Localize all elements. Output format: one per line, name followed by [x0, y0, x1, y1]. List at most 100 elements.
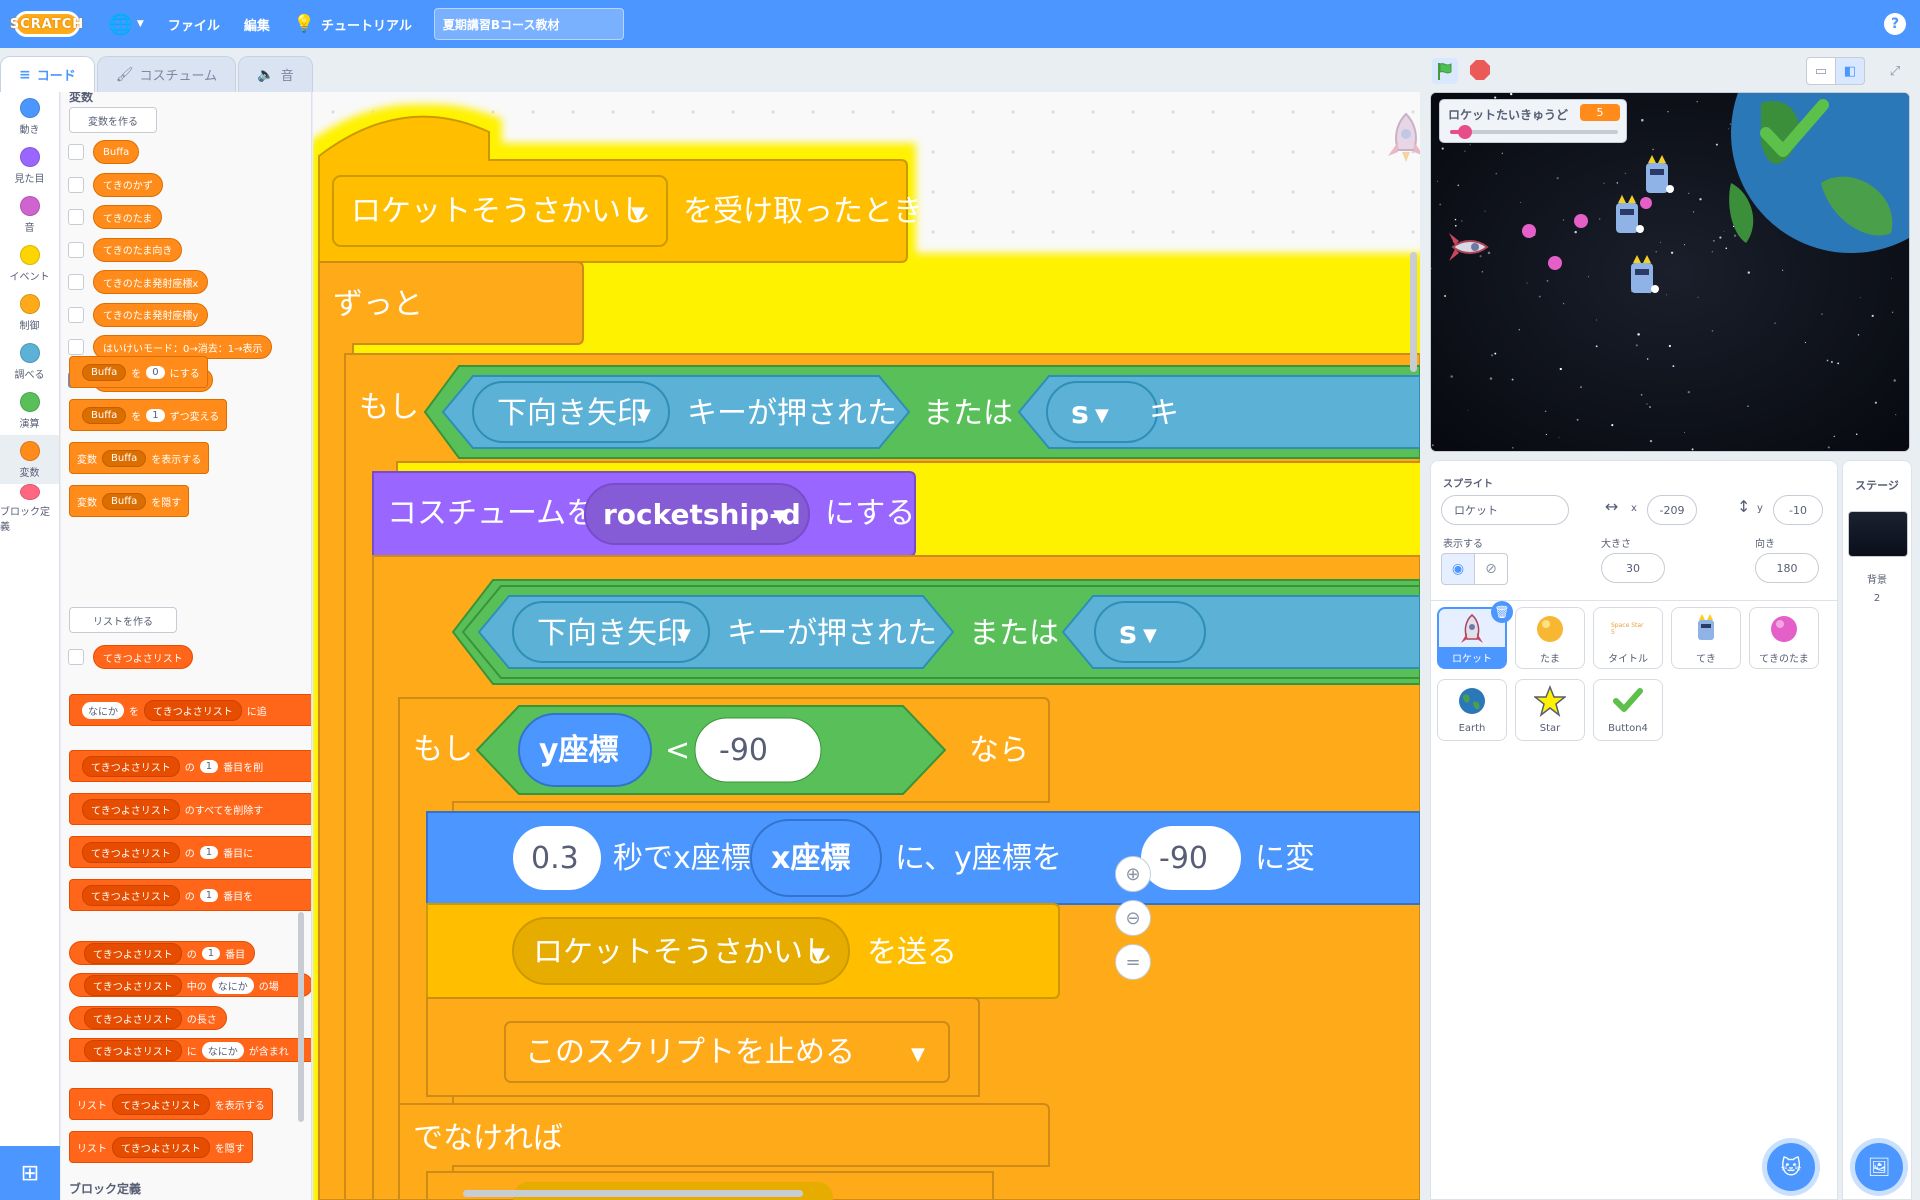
variable-reporter[interactable]: てきのたま [93, 205, 163, 229]
list-dropdown[interactable]: てきつよさリスト [84, 1039, 182, 1061]
variable-checkbox[interactable] [68, 306, 84, 323]
list-dropdown[interactable]: てきつよさリスト [82, 841, 180, 863]
script-area[interactable]: ロケットそうさかいし ▼ を受け取ったとき ずっと もし 下向き矢印 ▼ キーが… [313, 92, 1420, 1200]
item-input[interactable]: なにか [82, 701, 124, 719]
variable-checkbox[interactable] [68, 209, 84, 225]
monitor-slider[interactable] [1450, 125, 1618, 139]
value-input[interactable]: 0 [146, 365, 165, 379]
change-variable-block[interactable]: Buffa を 1 ずつ変える [69, 399, 228, 431]
show-list-block[interactable]: リスト てきつよさリスト を表示する [69, 1088, 273, 1120]
variable-dropdown[interactable]: Buffa [82, 406, 127, 424]
variable-checkbox[interactable] [68, 274, 84, 290]
list-dropdown[interactable]: てきつよさリスト [84, 974, 182, 996]
variable-dropdown[interactable]: Buffa [82, 363, 127, 381]
sprite-tile-earth[interactable]: Earth [1437, 679, 1507, 741]
edit-menu[interactable]: 編集 [232, 0, 282, 48]
list-dropdown[interactable]: てきつよさリスト [112, 1093, 210, 1115]
sprite-tile-enemy-bullet[interactable]: てきのたま [1749, 607, 1819, 669]
make-variable-button[interactable]: 変数を作る [69, 107, 157, 133]
help-icon[interactable]: ? [1884, 13, 1906, 35]
index-input[interactable]: 1 [199, 845, 219, 859]
variable-reporter[interactable]: Buffa [93, 140, 140, 164]
list-checkbox[interactable] [68, 649, 84, 665]
variable-reporter[interactable]: てきのたま向き [93, 237, 183, 262]
sprite-tile-title[interactable]: Space Star 5 タイトル [1593, 607, 1663, 669]
category-item[interactable]: 見た目 [0, 141, 59, 190]
tab-code[interactable]: ≡ コード [0, 56, 95, 92]
category-item[interactable]: 音 [0, 190, 59, 239]
category-item[interactable]: 変数 [0, 435, 59, 484]
variable-dropdown[interactable]: Buffa [102, 449, 147, 467]
variable-reporter[interactable]: てきのたま発射座標x [93, 270, 209, 294]
variable-reporter[interactable]: てきのかず [93, 172, 163, 197]
list-dropdown[interactable]: てきつよさリスト [144, 699, 242, 721]
file-menu[interactable]: ファイル [156, 0, 232, 48]
item-input[interactable]: なにか [201, 1041, 244, 1059]
language-menu[interactable]: 🌐 ▼ [96, 0, 156, 48]
direction-input[interactable]: 180 [1755, 553, 1819, 583]
choose-backdrop-button[interactable]: 🖼 [1855, 1143, 1903, 1191]
choose-sprite-button[interactable]: 🐱 [1767, 1143, 1815, 1191]
tutorials-menu[interactable]: 💡 チュートリアル [282, 0, 424, 48]
list-dropdown[interactable]: てきつよさリスト [82, 755, 180, 777]
hide-button[interactable]: ⊘ [1474, 553, 1508, 585]
list-dropdown[interactable]: てきつよさリスト [112, 1136, 210, 1158]
sprite-tile-rocket[interactable]: ロケット 🗑 [1437, 601, 1513, 669]
palette-scrollbar[interactable] [298, 912, 304, 1122]
monitor-slider-handle[interactable] [1458, 125, 1473, 139]
category-item[interactable]: イベント [0, 239, 59, 288]
list-contains-boolean[interactable]: てきつよさリストになにか が含まれ [69, 1038, 311, 1062]
variable-checkbox[interactable] [68, 241, 84, 258]
variable-reporter[interactable]: てきのたま発射座標y [93, 302, 209, 327]
index-input[interactable]: 1 [199, 888, 219, 902]
fullscreen-button[interactable]: ⤢ [1880, 57, 1910, 85]
sprite-tile-star[interactable]: Star [1515, 679, 1585, 741]
index-input[interactable]: 1 [201, 946, 221, 960]
add-extension-button[interactable]: ⊞ [0, 1146, 60, 1200]
stop-button[interactable] [1470, 60, 1490, 80]
length-of-list-reporter[interactable]: てきつよさリスト の長さ [69, 1006, 227, 1030]
insert-item-block[interactable]: てきつよさリストの 1 番目に [69, 836, 311, 868]
stage-thumbnail[interactable] [1848, 511, 1908, 557]
variable-checkbox[interactable] [68, 144, 84, 160]
item-input[interactable]: なにか [211, 976, 254, 994]
vertical-scrollbar[interactable] [1410, 252, 1417, 372]
list-dropdown[interactable]: てきつよさリスト [84, 1007, 182, 1029]
index-input[interactable]: 1 [199, 759, 219, 773]
project-title-input[interactable]: 夏期講習Bコース教材 [433, 8, 624, 40]
x-input[interactable]: -209 [1647, 495, 1697, 525]
value-input[interactable]: 1 [146, 408, 165, 422]
horizontal-scrollbar[interactable] [463, 1190, 803, 1197]
zoom-out-button[interactable]: ⊖ [1115, 900, 1151, 936]
green-flag-button[interactable] [1432, 58, 1458, 84]
tab-costumes[interactable]: 🖌 コスチューム [96, 56, 237, 92]
variable-dropdown[interactable]: Buffa [102, 492, 147, 510]
hide-list-block[interactable]: リスト てきつよさリスト を隠す [69, 1131, 253, 1163]
stage[interactable]: ロケットたいきゅうど 5 [1430, 92, 1910, 452]
sprite-tile-enemy[interactable]: てき [1671, 607, 1741, 669]
delete-sprite-button[interactable]: 🗑 [1491, 601, 1513, 623]
add-to-list-block[interactable]: なにかをてきつよさリスト に追 [69, 694, 311, 726]
category-item[interactable]: 演算 [0, 386, 59, 435]
hide-variable-block[interactable]: 変数 Buffa を隠す [69, 485, 190, 517]
list-reporter[interactable]: てきつよさリスト [93, 645, 193, 669]
replace-item-block[interactable]: てきつよさリストの 1 番目を [69, 879, 311, 911]
set-variable-block[interactable]: Buffa を 0 にする [69, 356, 208, 388]
make-list-button[interactable]: リストを作る [69, 607, 177, 633]
sprite-tile-button4[interactable]: Button4 [1593, 679, 1663, 741]
show-button[interactable]: ◉ [1441, 553, 1475, 585]
scratch-logo[interactable]: SCRATCH [10, 11, 83, 37]
category-item[interactable]: 調べる [0, 337, 59, 386]
zoom-reset-button[interactable]: = [1115, 944, 1151, 980]
tab-sounds[interactable]: 🔈 音 [238, 56, 313, 92]
normal-stage-button[interactable]: ◧ [1835, 57, 1865, 85]
size-input[interactable]: 30 [1601, 553, 1665, 583]
item-number-reporter[interactable]: てきつよさリスト 中の なにか の場 [69, 973, 311, 997]
zoom-in-button[interactable]: ⊕ [1115, 856, 1151, 892]
small-stage-button[interactable]: ▭ [1806, 57, 1836, 85]
variable-checkbox[interactable] [68, 339, 84, 355]
sprite-name-input[interactable]: ロケット [1441, 495, 1569, 525]
sprite-tile-tama[interactable]: たま [1515, 607, 1585, 669]
stage-selector[interactable]: ステージ 背景 2 🖼 [1842, 460, 1912, 1200]
show-variable-block[interactable]: 変数 Buffa を表示する [69, 442, 210, 474]
